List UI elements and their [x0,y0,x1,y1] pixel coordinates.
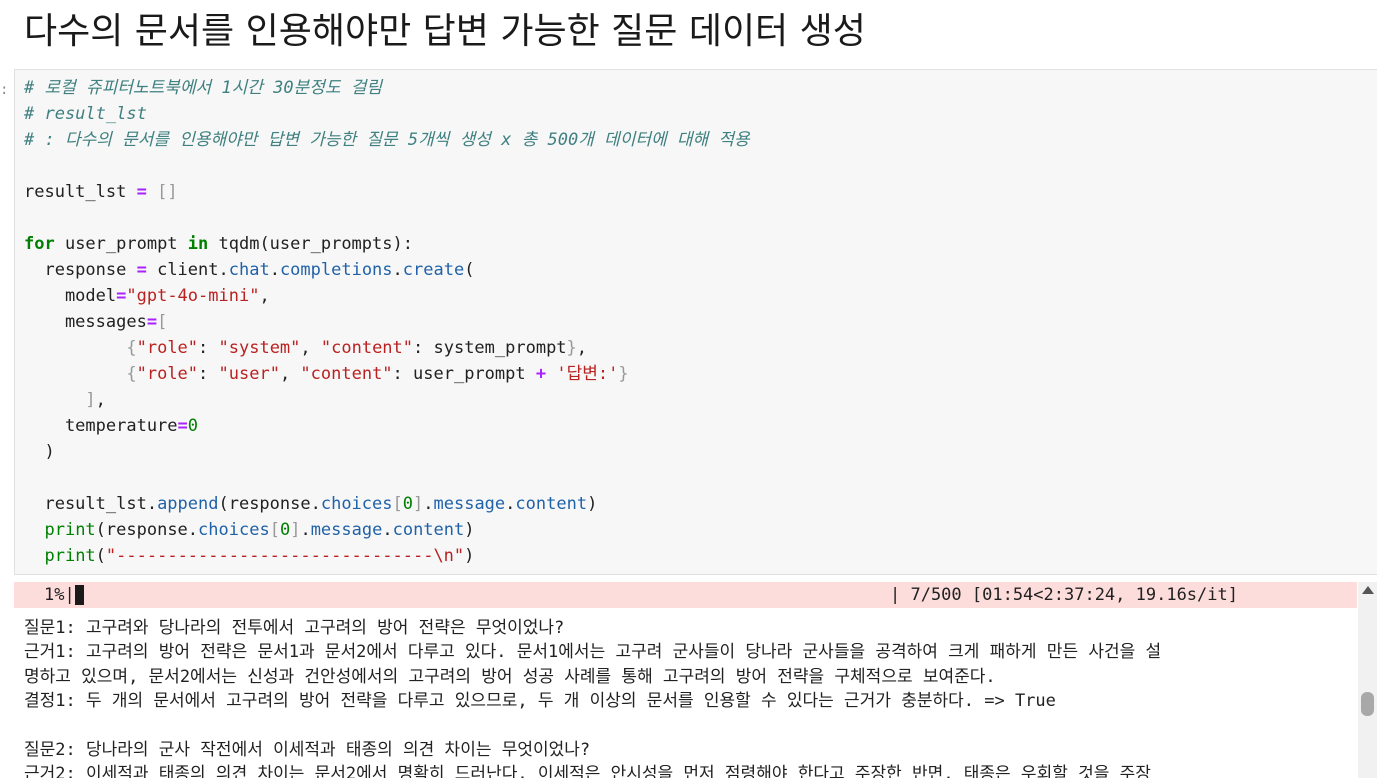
progress-fill [75,585,84,605]
output-line: 근거1: 고구려의 방어 전략은 문서1과 문서2에서 다루고 있다. 문서1에… [24,642,1162,663]
output-line: 결정1: 두 개의 문서에서 고구려의 방어 전략을 다루고 있으므로, 두 개… [24,691,1056,712]
comment-line: # : 다수의 문서를 인용해야만 답변 가능한 질문 5개씩 생성 x 총 5… [24,130,750,150]
scrollbar-thumb[interactable] [1361,692,1374,716]
output-line: 명하고 있으며, 문서2에서는 신성과 건안성에서의 고구려의 방어 성공 사례… [24,666,996,687]
progress-stats: | 7/500 [01:54<2:37:24, 19.16s/it] [890,585,1238,605]
scroll-up-arrow-icon[interactable] [1362,586,1374,594]
user-string: "user" [218,364,280,384]
output-line: 질문2: 당나라의 군사 작전에서 이세적과 태종의 의견 차이는 무엇이었나? [24,739,591,760]
comment-line: # result_lst [24,104,147,124]
output-text: 질문1: 고구려와 당나라의 전투에서 고구려의 방어 전략은 무엇이었나? 근거… [24,616,1354,778]
progress-percent: 1%| [44,585,75,605]
output-line: 근거2: 이세적과 태종의 의견 차이는 문서2에서 명확히 드러난다. 이세적… [24,764,1151,778]
cell-output[interactable]: 1%| | 7/500 [01:54<2:37:24, 19.16s/it] 질… [14,582,1357,778]
cell-prompt-indicator: : [0,82,9,98]
role-key: "role" [136,364,199,384]
tqdm-progress-bar: 1%| | 7/500 [01:54<2:37:24, 19.16s/it] [14,582,1357,608]
model-string: "gpt-4o-mini" [126,286,260,306]
output-scrollbar[interactable] [1358,582,1377,778]
separator-string: "-------------------------------\n" [105,546,465,566]
markdown-cell[interactable]: 다수의 문서를 인용해야만 답변 가능한 질문 데이터 생성 [0,0,1377,68]
comment-line: # 로컬 쥬피터노트북에서 1시간 30분정도 걸림 [24,78,382,98]
content-key: "content" [320,338,414,358]
system-string: "system" [218,338,301,358]
answer-suffix-string: '답변:' [556,364,619,384]
output-line: 질문1: 고구려와 당나라의 전투에서 고구려의 방어 전략은 무엇이었나? [24,618,565,638]
role-key: "role" [136,338,199,358]
content-key: "content" [300,364,393,384]
code-cell[interactable]: # 로컬 쥬피터노트북에서 1시간 30분정도 걸림 # result_lst … [14,69,1377,575]
code-editor[interactable]: # 로컬 쥬피터노트북에서 1시간 30분정도 걸림 # result_lst … [24,75,750,569]
markdown-heading: 다수의 문서를 인용해야만 답변 가능한 질문 데이터 생성 [24,11,866,52]
